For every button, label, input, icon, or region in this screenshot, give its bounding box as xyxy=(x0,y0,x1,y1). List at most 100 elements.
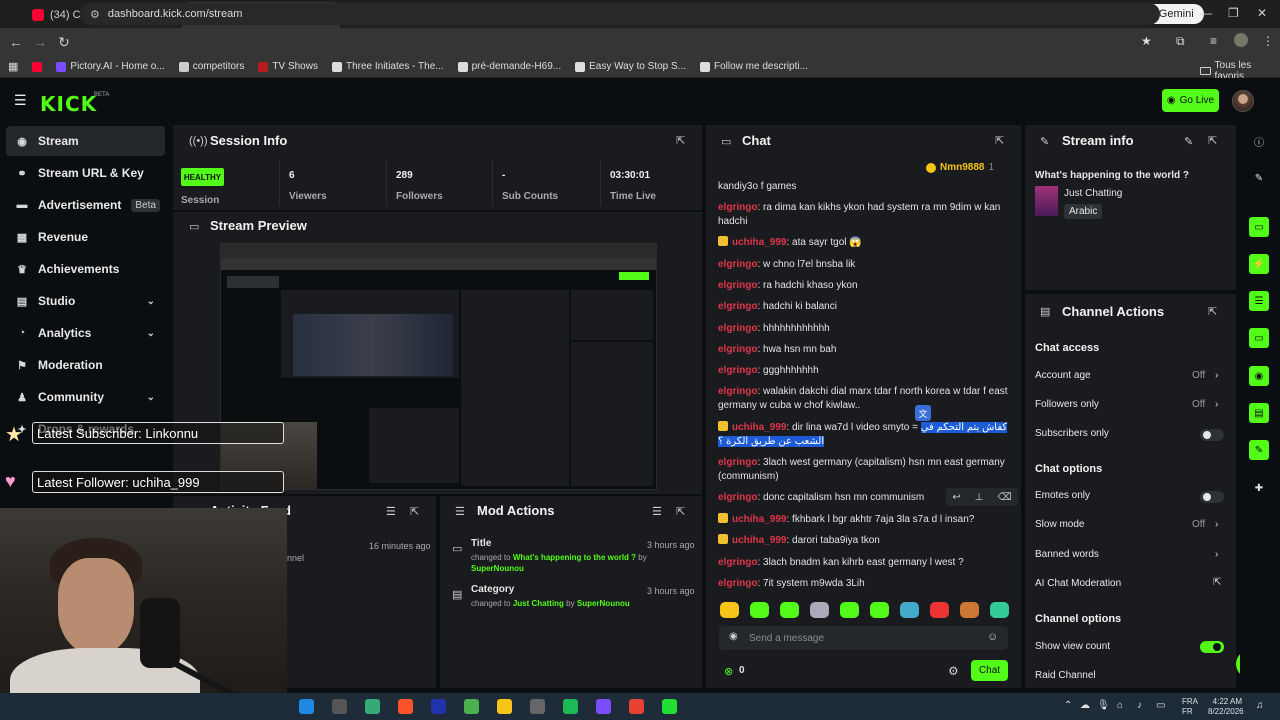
chat-username[interactable]: elgringo xyxy=(718,386,757,397)
bookmark-item[interactable]: Easy Way to Stop S... xyxy=(575,61,686,72)
minimize-icon[interactable]: — xyxy=(1200,6,1212,20)
delete-icon[interactable]: ⌫ xyxy=(997,492,1011,503)
taskbar-app-icon[interactable] xyxy=(398,699,413,714)
browser-menu-icon[interactable]: ⋮ xyxy=(1262,34,1274,48)
chat-message[interactable]: kandiy3o f games xyxy=(718,180,1018,194)
filter-icon[interactable]: ☰ xyxy=(386,505,396,518)
chat-username[interactable]: elgringo xyxy=(718,365,757,376)
sidebar-item-stream[interactable]: ◉ Stream xyxy=(6,126,165,156)
chevron-down-icon[interactable]: ⌄ xyxy=(147,392,155,403)
emote-icon[interactable] xyxy=(930,602,949,618)
show-view-count-toggle[interactable] xyxy=(1200,641,1224,653)
category-name[interactable]: Just Chatting xyxy=(1064,188,1122,199)
popout-icon[interactable]: ⇱ xyxy=(1208,134,1217,147)
emotes-only-toggle[interactable] xyxy=(1200,491,1224,503)
chat-message[interactable]: uchiha_999: darori taba9iya tkon xyxy=(718,534,1018,548)
chevron-right-icon[interactable]: › xyxy=(1215,549,1218,560)
chat-message[interactable]: elgringo: hwa hsn mn bah xyxy=(718,343,1018,357)
popout-icon[interactable]: ⇱ xyxy=(410,505,419,518)
hamburger-menu-icon[interactable]: ☰ xyxy=(14,92,27,109)
tray-cloud-icon[interactable]: ☁ xyxy=(1080,701,1090,711)
emote-icon[interactable] xyxy=(750,602,769,618)
bookmark-item[interactable]: Follow me descripti... xyxy=(700,61,808,72)
media-icon[interactable]: ≡ xyxy=(1210,34,1217,48)
emote-icon[interactable] xyxy=(870,602,889,618)
popout-icon[interactable]: ⇱ xyxy=(676,134,685,147)
sidebar-item-revenue[interactable]: ▦ Revenue xyxy=(6,222,165,252)
taskbar-app-icon[interactable] xyxy=(365,699,380,714)
bookmark-item[interactable]: Pictory.AI - Home o... xyxy=(56,61,165,72)
raid-channel-label[interactable]: Raid Channel xyxy=(1035,670,1096,681)
site-info-icon[interactable]: ⚙ xyxy=(90,8,100,21)
go-live-button[interactable]: ◉ Go Live xyxy=(1162,89,1219,112)
banned-words-label[interactable]: Banned words xyxy=(1035,549,1099,560)
chat-username[interactable]: elgringo xyxy=(718,344,757,355)
subscribers-only-toggle[interactable] xyxy=(1200,429,1224,441)
bookmark-item[interactable]: competitors xyxy=(178,61,244,72)
taskbar-app-icon[interactable] xyxy=(497,699,512,714)
chat-username[interactable]: elgringo xyxy=(718,457,757,468)
tray-chevron-icon[interactable]: ⌃ xyxy=(1064,701,1072,711)
tray-volume-icon[interactable]: ♪ xyxy=(1137,701,1142,711)
external-link-icon[interactable]: ⇱ xyxy=(1213,577,1221,588)
clock[interactable]: 4:22 AM 8/22/2026 xyxy=(1208,697,1244,717)
translate-icon[interactable]: 文 xyxy=(915,405,931,421)
ai-moderation-label[interactable]: AI Chat Moderation xyxy=(1035,578,1121,589)
bookmark-item[interactable]: Three Initiates - The... xyxy=(331,61,444,72)
account-age-label[interactable]: Account age xyxy=(1035,370,1091,381)
emote-icon[interactable] xyxy=(900,602,919,618)
taskbar-app-icon[interactable] xyxy=(299,699,314,714)
chevron-right-icon[interactable]: › xyxy=(1215,399,1218,410)
notification-bell-icon[interactable]: ♫ xyxy=(1256,701,1264,711)
chat-message[interactable]: elgringo: 3lach bnadm kan kihrb east ger… xyxy=(718,556,1018,570)
chat-username[interactable]: elgringo xyxy=(718,280,757,291)
bookmark-item[interactable] xyxy=(32,61,43,72)
send-chat-button[interactable]: Chat xyxy=(971,660,1008,681)
taskbar-app-icon[interactable] xyxy=(431,699,446,714)
chevron-right-icon[interactable]: › xyxy=(1215,370,1218,381)
sidebar-item-advertisement[interactable]: ▬ Advertisement Beta xyxy=(6,190,165,220)
taskbar-app-icon[interactable] xyxy=(464,699,479,714)
bookmark-item[interactable]: TV Shows xyxy=(258,61,318,72)
chat-message[interactable]: elgringo: w chno l7el bnsba lik xyxy=(718,258,1018,272)
popout-icon[interactable]: ⇱ xyxy=(1208,305,1217,318)
emote-icon[interactable] xyxy=(720,602,739,618)
language-indicator[interactable]: FRA FR xyxy=(1182,697,1198,717)
tray-network-icon[interactable]: ⌂ xyxy=(1117,701,1123,711)
reload-icon[interactable]: ↻ xyxy=(52,34,76,51)
forward-icon[interactable]: → xyxy=(28,34,52,50)
chat-message[interactable]: elgringo: ra dima kan kikhs ykon had sys… xyxy=(718,201,1018,229)
emote-icon[interactable] xyxy=(780,602,799,618)
reply-icon[interactable]: ↩ xyxy=(952,492,960,503)
panel-icon[interactable]: ▤ xyxy=(1249,403,1269,423)
chat-bubble-icon[interactable]: ▭ xyxy=(1249,328,1269,348)
chevron-down-icon[interactable]: ⌄ xyxy=(147,328,155,339)
chat-username[interactable]: uchiha_999 xyxy=(732,514,786,525)
chat-username[interactable]: elgringo xyxy=(718,202,757,213)
followers-only-label[interactable]: Followers only xyxy=(1035,399,1099,410)
chat-username[interactable]: elgringo xyxy=(718,259,757,270)
kick-logo[interactable]: KICK xyxy=(40,92,97,116)
popout-icon[interactable]: ⇱ xyxy=(676,505,685,518)
pinned-gifter[interactable]: Nmn9888 1 xyxy=(926,162,994,173)
add-widget-icon[interactable]: ✚ xyxy=(1249,478,1269,498)
chat-message[interactable]: elgringo: 3lach west germany (capitalism… xyxy=(718,456,1018,484)
taskbar-app-icon[interactable] xyxy=(596,699,611,714)
chevron-right-icon[interactable]: › xyxy=(1215,519,1218,530)
taskbar-app-icon[interactable] xyxy=(530,699,545,714)
chat-message[interactable]: elgringo: ra hadchi khaso ykon xyxy=(718,279,1018,293)
chat-message[interactable]: elgringo: ggghhhhhhh xyxy=(718,364,1018,378)
sidebar-item-achievements[interactable]: ♛ Achievements xyxy=(6,254,165,284)
back-icon[interactable]: ← xyxy=(4,34,28,50)
chat-settings-icon[interactable]: ◉ xyxy=(729,631,738,642)
taskbar-app-icon[interactable] xyxy=(332,699,347,714)
chat-message[interactable]: elgringo: hadchi ki balanci xyxy=(718,300,1018,314)
profile-avatar[interactable] xyxy=(1234,33,1248,47)
sidebar-item-studio[interactable]: ▤ Studio ⌄ xyxy=(6,286,165,316)
chat-username[interactable]: elgringo xyxy=(718,301,757,312)
user-avatar[interactable] xyxy=(1232,90,1254,112)
chat-message[interactable]: uchiha_999: ata sayr tgol 😱 xyxy=(718,236,1018,250)
chat-username[interactable]: uchiha_999 xyxy=(732,237,786,248)
chat-username[interactable]: elgringo xyxy=(718,557,757,568)
pen-icon[interactable]: ✎ xyxy=(1249,168,1269,188)
